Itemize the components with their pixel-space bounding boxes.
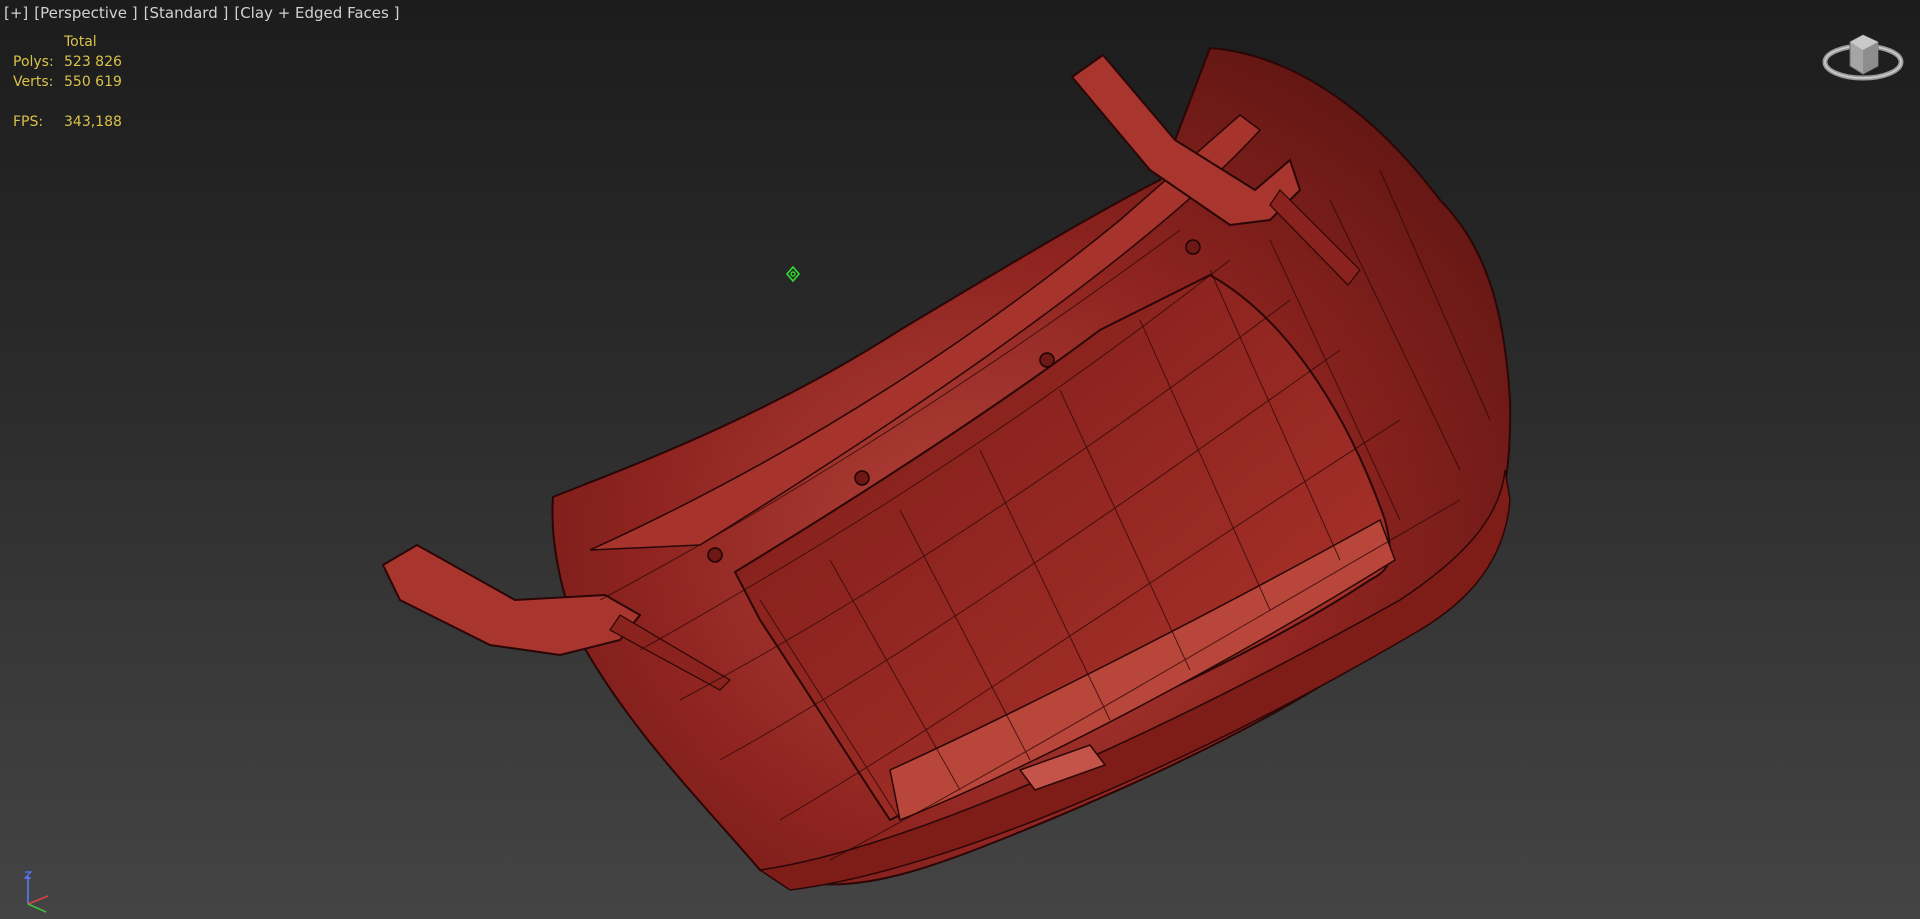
viewport-preset-label[interactable]: [Standard ] <box>144 4 229 22</box>
viewport-view-label[interactable]: [Perspective ] <box>34 4 137 22</box>
viewport-canvas[interactable] <box>0 0 1920 919</box>
viewcube-icon[interactable] <box>1820 22 1906 92</box>
stats-header: Total <box>64 34 97 50</box>
viewport-label-bar: [+] [Perspective ] [Standard ] [Clay + E… <box>4 4 399 22</box>
clay-hood-model[interactable] <box>381 46 1512 891</box>
polys-label: Polys: <box>13 54 54 70</box>
fps-label: FPS: <box>13 114 44 130</box>
polys-value: 523 826 <box>64 54 122 70</box>
statistics-overlay: Total Polys: 523 826 Verts: 550 619 FPS: 34… <box>13 32 122 132</box>
viewport-menu-plus[interactable]: [+] <box>4 4 28 22</box>
fps-value: 343,188 <box>64 114 122 130</box>
verts-label: Verts: <box>13 74 54 90</box>
verts-value: 550 619 <box>64 74 122 90</box>
pivot-gizmo-icon[interactable] <box>784 265 802 283</box>
axis-tripod-icon <box>23 871 49 913</box>
viewport-shading-label[interactable]: [Clay + Edged Faces ] <box>234 4 399 22</box>
